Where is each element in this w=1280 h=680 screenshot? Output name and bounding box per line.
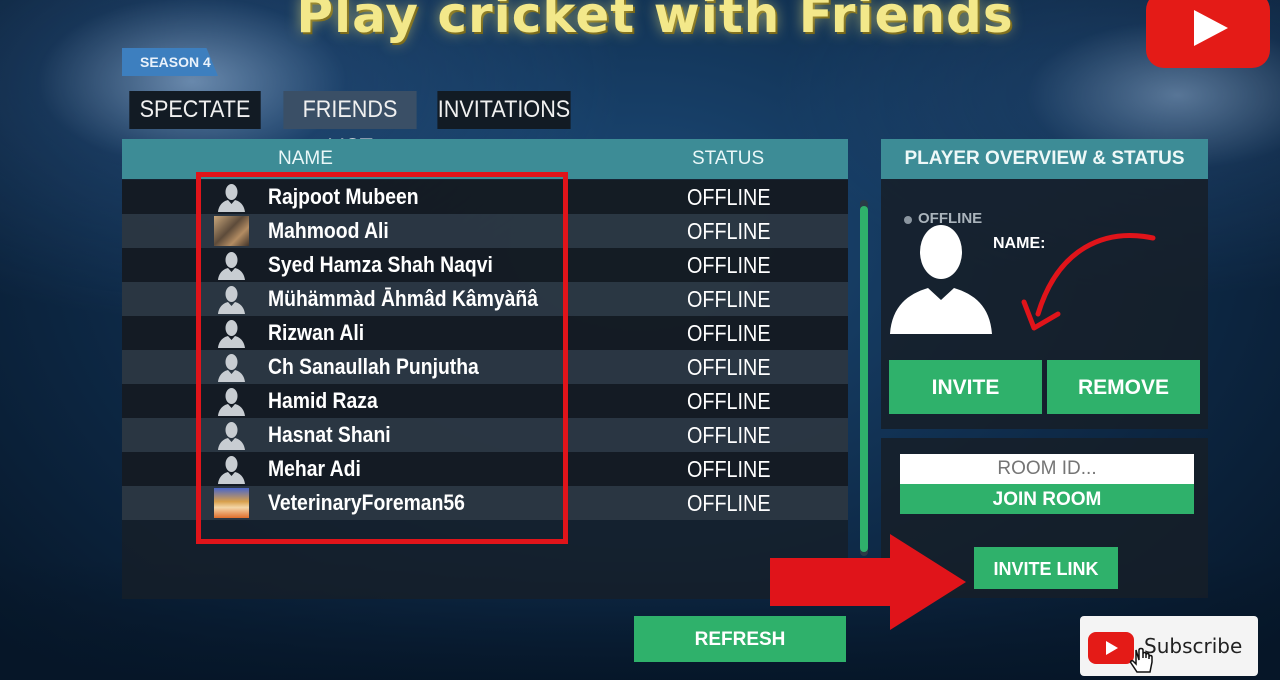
tab-invitations[interactable]: INVITATIONS <box>437 91 571 129</box>
tab-spectate[interactable]: SPECTATE <box>129 91 261 129</box>
friend-status: OFFLINE <box>687 252 771 278</box>
hand-cursor-icon <box>1129 647 1153 673</box>
friend-status: OFFLINE <box>687 388 771 414</box>
friend-status: OFFLINE <box>687 286 771 312</box>
friend-status: OFFLINE <box>687 490 771 516</box>
player-avatar-icon <box>890 225 992 334</box>
video-headline: Play cricket with Friends <box>296 0 1014 44</box>
friend-status: OFFLINE <box>687 456 771 482</box>
join-room-button[interactable]: JOIN ROOM <box>900 484 1194 514</box>
friend-status: OFFLINE <box>687 422 771 448</box>
friend-status: OFFLINE <box>687 184 771 210</box>
player-overview-title: PLAYER OVERVIEW & STATUS <box>881 139 1208 179</box>
friend-status: OFFLINE <box>687 354 771 380</box>
column-header-status: STATUS <box>692 148 765 169</box>
invite-link-button[interactable]: INVITE LINK <box>974 547 1118 589</box>
remove-button[interactable]: REMOVE <box>1047 360 1200 414</box>
invite-button[interactable]: INVITE <box>889 360 1042 414</box>
subscribe-label: Subscribe <box>1144 634 1243 658</box>
red-highlight-annotation <box>196 172 568 544</box>
subscribe-button[interactable]: Subscribe <box>1080 616 1258 676</box>
red-arrow-curved-annotation <box>1021 233 1156 331</box>
tab-friends-list[interactable]: FRIENDS LIST <box>283 91 417 161</box>
room-id-input[interactable] <box>900 454 1194 484</box>
friend-status: OFFLINE <box>687 218 771 244</box>
red-arrow-annotation <box>770 534 966 630</box>
youtube-logo-icon <box>1146 0 1270 68</box>
friend-status: OFFLINE <box>687 320 771 346</box>
season-badge: SEASON 4 <box>122 48 218 76</box>
scrollbar-thumb[interactable] <box>860 206 868 552</box>
